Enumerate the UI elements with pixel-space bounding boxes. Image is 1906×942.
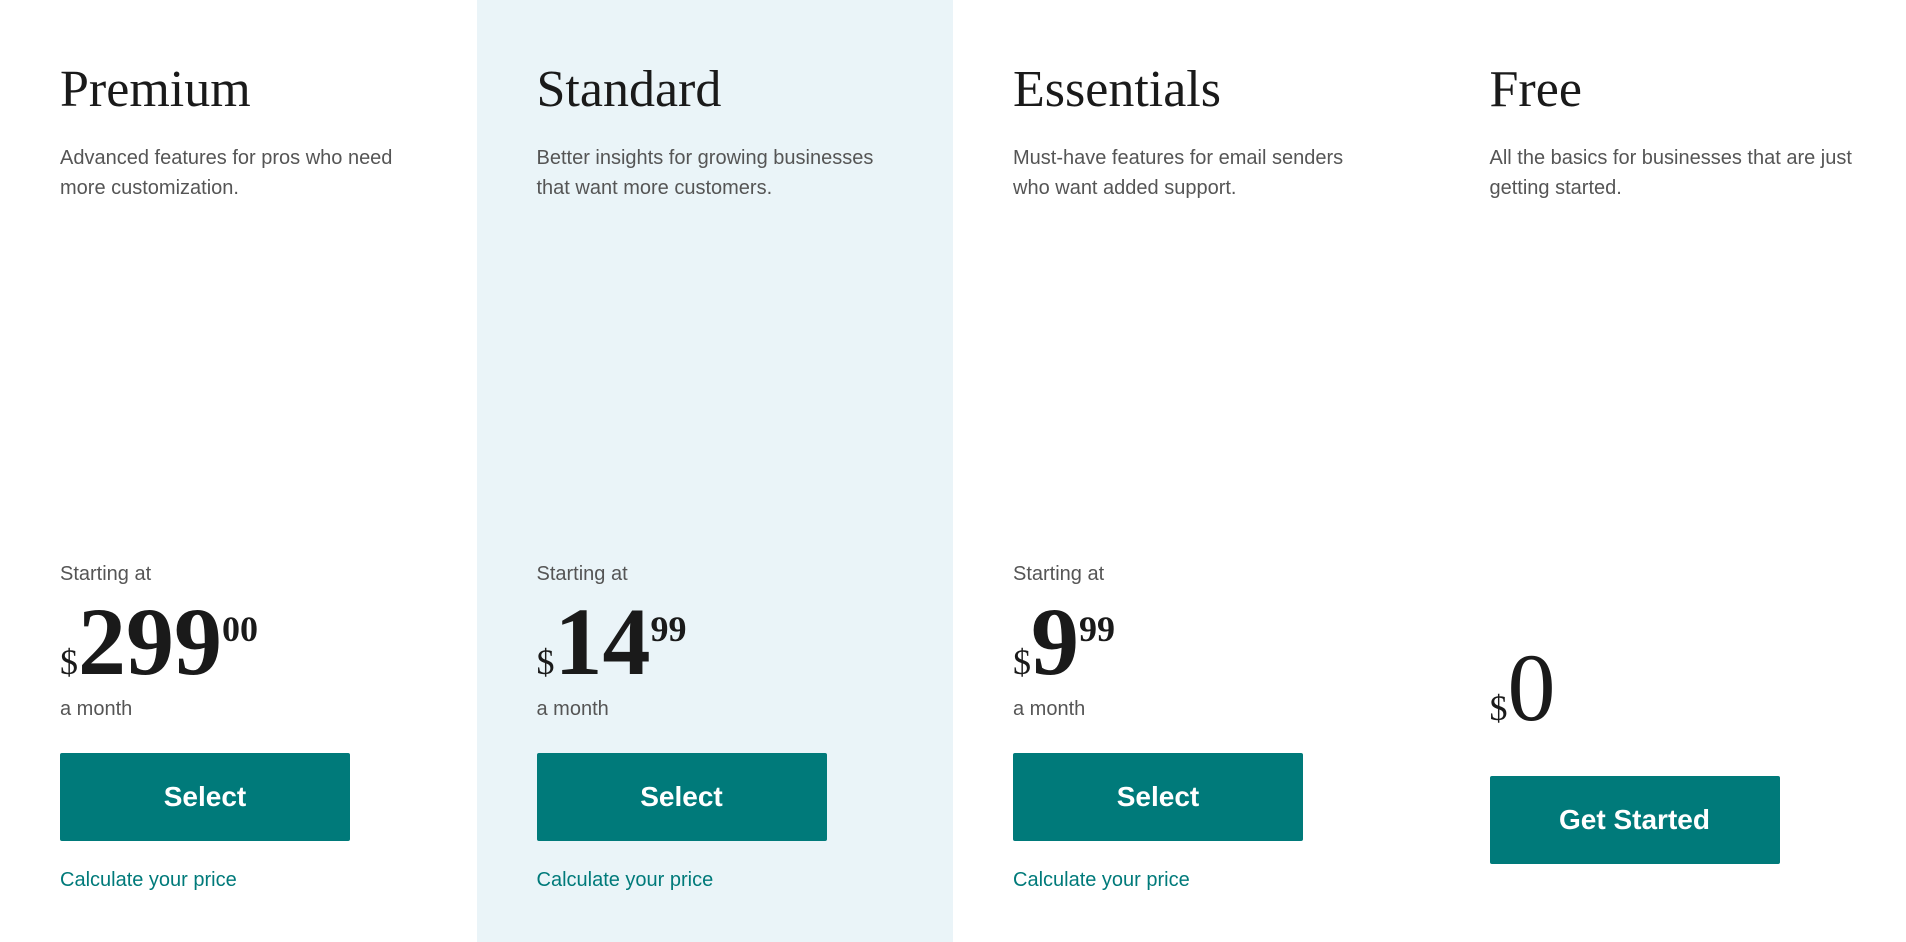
pricing-section-premium: Starting at $ 299 00 a month Select Calc… <box>60 533 427 892</box>
plan-description-free: All the basics for businesses that are j… <box>1490 143 1857 243</box>
pricing-card-essentials: Essentials Must-have features for email … <box>953 0 1430 942</box>
currency-essentials: $ <box>1013 641 1031 683</box>
price-display-essentials: $ 9 99 <box>1013 594 1380 690</box>
price-main-essentials: 9 <box>1031 594 1079 690</box>
pricing-container: Premium Advanced features for pros who n… <box>0 0 1906 942</box>
plan-description-premium: Advanced features for pros who need more… <box>60 143 427 243</box>
select-button-premium[interactable]: Select <box>60 753 350 841</box>
pricing-card-free: Free All the basics for businesses that … <box>1430 0 1906 942</box>
calculate-link-standard[interactable]: Calculate your price <box>537 869 714 891</box>
price-main-standard: 14 <box>555 594 651 690</box>
get-started-button-free[interactable]: Get Started <box>1490 776 1780 864</box>
starting-at-standard: Starting at <box>537 563 904 586</box>
price-cents-standard: 99 <box>651 608 687 650</box>
pricing-card-standard: Standard Better insights for growing bus… <box>477 0 954 942</box>
pricing-section-free: $ 0 Get Started <box>1490 602 1857 892</box>
price-period-standard: a month <box>537 698 904 721</box>
calculate-link-essentials[interactable]: Calculate your price <box>1013 869 1190 891</box>
calculate-link-premium[interactable]: Calculate your price <box>60 869 237 891</box>
plan-name-essentials: Essentials <box>1013 60 1380 119</box>
price-cents-premium: 00 <box>222 608 258 650</box>
plan-description-standard: Better insights for growing businesses t… <box>537 143 904 243</box>
select-button-standard[interactable]: Select <box>537 753 827 841</box>
plan-description-essentials: Must-have features for email senders who… <box>1013 143 1380 243</box>
currency-standard: $ <box>537 641 555 683</box>
plan-name-free: Free <box>1490 60 1857 119</box>
plan-name-standard: Standard <box>537 60 904 119</box>
price-display-premium: $ 299 00 <box>60 594 427 690</box>
pricing-section-essentials: Starting at $ 9 99 a month Select Calcul… <box>1013 533 1380 892</box>
pricing-card-premium: Premium Advanced features for pros who n… <box>0 0 477 942</box>
price-cents-essentials: 99 <box>1079 608 1115 650</box>
price-main-free: 0 <box>1508 640 1556 736</box>
plan-name-premium: Premium <box>60 60 427 119</box>
price-display-free: $ 0 <box>1490 640 1857 744</box>
starting-at-essentials: Starting at <box>1013 563 1380 586</box>
select-button-essentials[interactable]: Select <box>1013 753 1303 841</box>
price-period-premium: a month <box>60 698 427 721</box>
price-period-essentials: a month <box>1013 698 1380 721</box>
currency-premium: $ <box>60 641 78 683</box>
pricing-section-standard: Starting at $ 14 99 a month Select Calcu… <box>537 533 904 892</box>
price-display-standard: $ 14 99 <box>537 594 904 690</box>
currency-free: $ <box>1490 687 1508 729</box>
price-main-premium: 299 <box>78 594 222 690</box>
starting-at-premium: Starting at <box>60 563 427 586</box>
